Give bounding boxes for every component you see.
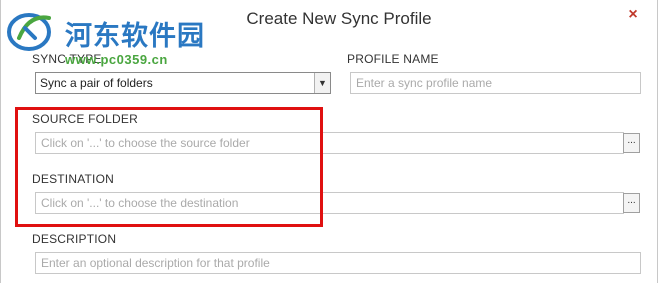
- sync-type-selected-value: Sync a pair of folders: [40, 76, 153, 90]
- site-watermark: 河东软件园 www.pc0359.cn: [3, 4, 213, 70]
- description-input[interactable]: Enter an optional description for that p…: [35, 252, 641, 274]
- destination-browse-button[interactable]: ...: [623, 193, 640, 213]
- watermark-site-url: www.pc0359.cn: [65, 52, 168, 67]
- description-label: DESCRIPTION: [32, 232, 117, 246]
- create-sync-profile-dialog: Create New Sync Profile × SYNC TYPE Sync…: [0, 0, 658, 283]
- source-folder-browse-button[interactable]: ...: [623, 133, 640, 153]
- watermark-logo-icon: [7, 13, 51, 51]
- highlight-annotation-box: [15, 107, 323, 227]
- chevron-down-icon[interactable]: ▼: [314, 73, 330, 93]
- watermark-site-name: 河东软件园: [65, 21, 205, 52]
- sync-type-select[interactable]: Sync a pair of folders ▼: [35, 72, 331, 94]
- close-icon[interactable]: ×: [623, 6, 643, 26]
- profile-name-label: PROFILE NAME: [347, 52, 439, 66]
- profile-name-input[interactable]: Enter a sync profile name: [350, 72, 641, 94]
